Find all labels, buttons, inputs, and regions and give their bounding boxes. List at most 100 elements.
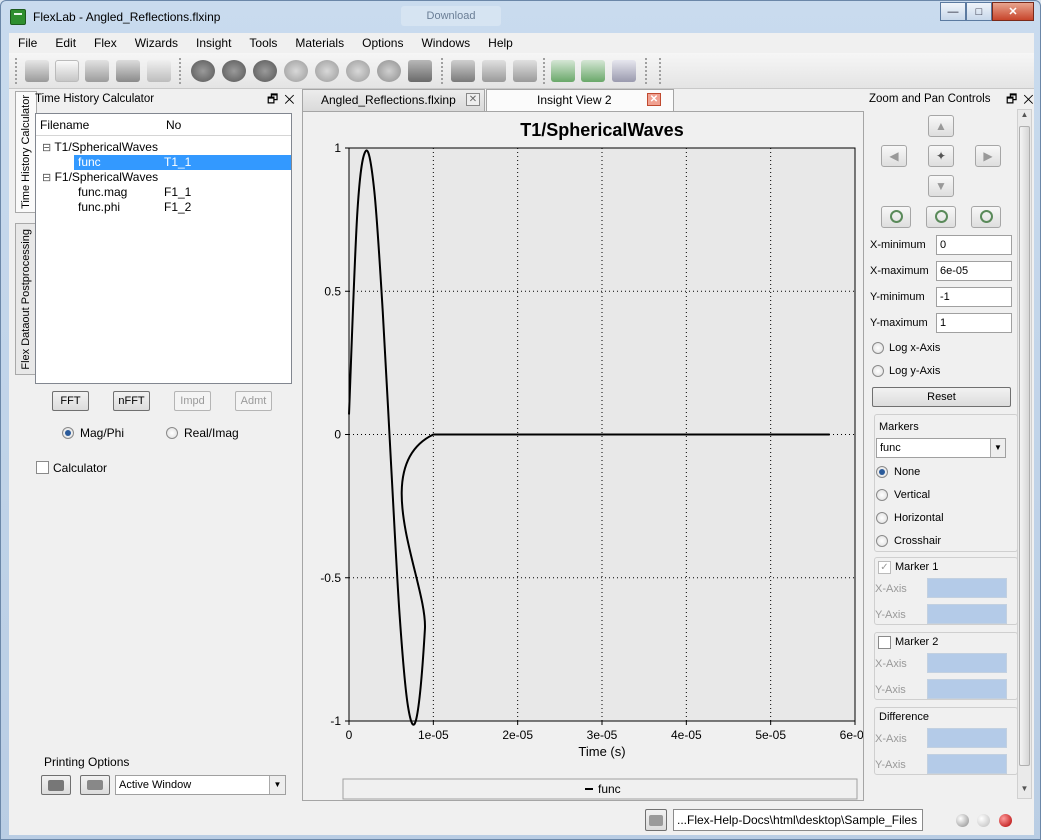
reset-button[interactable]: Reset [872, 387, 1011, 407]
close-tab-icon[interactable]: ✕ [647, 93, 661, 106]
file-tree: Filename No ⊟ T1/SphericalWaves func T1_1… [35, 113, 292, 384]
menu-materials[interactable]: Materials [286, 33, 353, 53]
flex-run-icon[interactable] [191, 60, 215, 82]
review-icon[interactable] [222, 60, 246, 82]
open-file-icon[interactable] [85, 60, 109, 82]
zoom-out-button[interactable] [926, 206, 956, 228]
menu-options[interactable]: Options [353, 33, 412, 53]
title-bar: FlexLab - Angled_Reflections.flxinp Down… [1, 1, 1040, 33]
menu-edit[interactable]: Edit [46, 33, 85, 53]
tree-row[interactable]: func.phi F1_2 [78, 200, 288, 215]
log-x-radio[interactable] [872, 342, 884, 354]
collapse-icon[interactable]: ⊟ [42, 142, 51, 154]
tree-node-f1[interactable]: ⊟ F1/SphericalWaves [42, 170, 158, 185]
print-icon[interactable] [147, 60, 171, 82]
window-close-icon[interactable] [612, 60, 636, 82]
x-axis-label: Time (s) [578, 744, 625, 759]
y-maximum-input[interactable]: 1 [936, 313, 1012, 333]
scrollbar-thumb[interactable] [1019, 126, 1030, 766]
float-icon[interactable]: 🗗 [1006, 92, 1023, 106]
fft-button[interactable]: FFT [52, 391, 89, 411]
maximize-button[interactable]: □ [966, 2, 992, 21]
pan-center-icon[interactable]: ✦ [928, 145, 954, 167]
tree-node-t1[interactable]: ⊟ T1/SphericalWaves [42, 140, 158, 155]
batch-icon[interactable] [253, 60, 277, 82]
calculator-checkbox[interactable] [36, 461, 49, 474]
marker-vertical-radio[interactable] [876, 489, 888, 501]
marker-crosshair-radio[interactable] [876, 535, 888, 547]
tool-t-icon[interactable] [315, 60, 339, 82]
menu-file[interactable]: File [9, 33, 46, 53]
tree-row[interactable]: func.mag F1_1 [78, 185, 288, 200]
tab-insight-view-2[interactable]: Insight View 2 ✕ [486, 89, 674, 112]
x-minimum-label: X-minimum [870, 239, 926, 251]
x-minimum-input[interactable]: 0 [936, 235, 1012, 255]
impd-button[interactable]: Impd [174, 391, 211, 411]
marker1-checkbox[interactable]: ✓ [878, 561, 891, 574]
folder-status-button[interactable] [645, 809, 667, 831]
markers-select[interactable]: func ▼ [876, 438, 1006, 458]
menu-wizards[interactable]: Wizards [126, 33, 187, 53]
pan-left-icon[interactable]: ◀ [881, 145, 907, 167]
difference-x-value [927, 728, 1007, 748]
admt-button[interactable]: Admt [235, 391, 272, 411]
collapse-icon[interactable]: ⊟ [42, 172, 51, 184]
log-y-radio[interactable] [872, 365, 884, 377]
menu-help[interactable]: Help [479, 33, 522, 53]
scroll-up-icon[interactable]: ▲ [1018, 110, 1031, 124]
split-horizontal-icon[interactable] [551, 60, 575, 82]
float-icon[interactable]: 🗗 [267, 92, 284, 106]
new-model-icon[interactable] [25, 60, 49, 82]
settings-icon[interactable] [377, 60, 401, 82]
menu-tools[interactable]: Tools [240, 33, 286, 53]
marker2-checkbox[interactable] [878, 636, 891, 649]
menu-flex[interactable]: Flex [85, 33, 126, 53]
y-minimum-input[interactable]: -1 [936, 287, 1012, 307]
background-window-label: Download [401, 6, 501, 26]
tab-angled-reflections[interactable]: Angled_Reflections.flxinp ✕ [302, 89, 485, 111]
tab-time-history-calculator[interactable]: Time History Calculator [15, 91, 37, 213]
close-tab-icon[interactable]: ✕ [466, 93, 480, 106]
zoom-in-button[interactable] [881, 206, 911, 228]
camera-button[interactable] [41, 775, 71, 795]
print-target-select[interactable]: Active Window ▼ [115, 775, 286, 795]
minimize-button[interactable]: — [940, 2, 966, 21]
real-imag-radio[interactable] [166, 427, 178, 439]
folder-remove-icon[interactable] [513, 60, 537, 82]
x-maximum-input[interactable]: 6e-05 [936, 261, 1012, 281]
tool-s-icon[interactable] [346, 60, 370, 82]
chevron-down-icon[interactable]: ▼ [990, 439, 1005, 457]
pan-up-icon[interactable]: ▲ [928, 115, 954, 137]
nfft-button[interactable]: nFFT [113, 391, 150, 411]
tab-flex-dataout-postprocessing[interactable]: Flex Dataout Postprocessing [15, 223, 37, 375]
split-vertical-icon[interactable] [581, 60, 605, 82]
close-icon[interactable]: ✕ [1023, 92, 1039, 106]
stop-icon[interactable] [284, 60, 308, 82]
new-file-icon[interactable] [55, 60, 79, 82]
right-panel-scrollbar[interactable]: ▲ ▼ [1017, 109, 1032, 799]
zoom-fit-button[interactable] [971, 206, 1001, 228]
printer-button[interactable] [80, 775, 110, 795]
close-icon[interactable]: ✕ [284, 92, 300, 106]
chevron-down-icon[interactable]: ▼ [269, 776, 285, 794]
right-panel-controls: 🗗✕ [1006, 90, 1040, 108]
pan-right-icon[interactable]: ▶ [975, 145, 1001, 167]
menu-windows[interactable]: Windows [412, 33, 479, 53]
save-icon[interactable] [116, 60, 140, 82]
cube-icon[interactable] [408, 60, 432, 82]
column-no[interactable]: No [162, 114, 181, 135]
close-button[interactable]: ✕ [992, 2, 1034, 21]
toolbar-separator [15, 58, 21, 84]
menu-insight[interactable]: Insight [187, 33, 240, 53]
marker-none-radio[interactable] [876, 466, 888, 478]
tree-row-selected[interactable]: func T1_1 [74, 155, 291, 170]
mag-phi-radio[interactable] [62, 427, 74, 439]
marker-none-label: None [894, 466, 921, 478]
scroll-down-icon[interactable]: ▼ [1018, 784, 1031, 798]
folder-add-icon[interactable] [482, 60, 506, 82]
monitor-add-icon[interactable] [451, 60, 475, 82]
pan-down-icon[interactable]: ▼ [928, 175, 954, 197]
column-filename[interactable]: Filename [36, 114, 162, 135]
marker-horizontal-radio[interactable] [876, 512, 888, 524]
main-toolbar [9, 53, 1034, 89]
